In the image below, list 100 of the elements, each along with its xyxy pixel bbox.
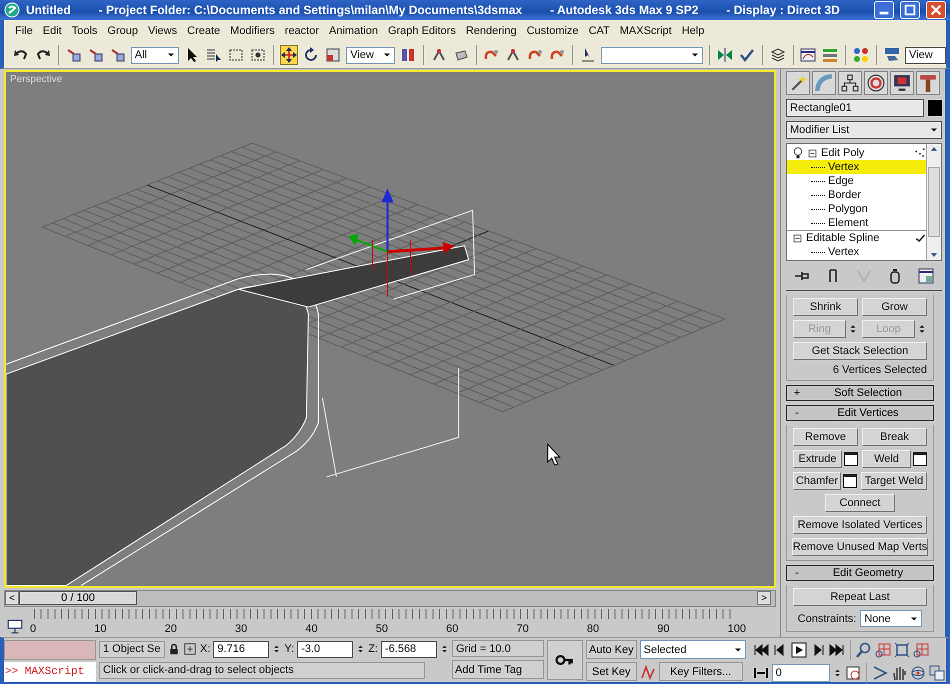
track-bar[interactable]: 0 10 20 30 40 50 60 70 80 90 100 [30, 609, 746, 635]
command-button[interactable]: Grow [862, 298, 927, 316]
command-button[interactable]: Remove Unused Map Verts [792, 538, 928, 556]
command-button[interactable]: Connect [825, 494, 895, 512]
viewport-dropdown[interactable]: View [905, 46, 946, 64]
menu-item[interactable]: CAT [584, 23, 615, 39]
frame-label: 70 [516, 623, 529, 635]
command-button[interactable]: Remove Isolated Vertices [793, 516, 927, 534]
selection-status: 6 Vertices Selected [832, 364, 927, 376]
subobject-dots-icon [914, 147, 926, 159]
selection-count: 1 Object Se [99, 640, 165, 658]
settings-button[interactable] [843, 474, 857, 488]
menu-item[interactable]: Tools [66, 23, 102, 39]
maxscript-listener-field[interactable] [4, 640, 96, 660]
maxscript-prompt[interactable]: >> MAXScript [4, 662, 96, 682]
go-to-start-icon[interactable] [752, 642, 769, 658]
zoom-icon[interactable] [856, 642, 872, 658]
command-button[interactable]: Chamfer [793, 472, 841, 490]
subobject-item[interactable]: Polygon [787, 202, 926, 216]
time-configuration-icon[interactable] [844, 665, 861, 681]
command-button[interactable]: Repeat Last [793, 588, 927, 606]
rollout-header[interactable]: - Edit Geometry [786, 565, 934, 581]
menu-item[interactable]: Help [676, 23, 710, 39]
menu-item[interactable]: File [10, 23, 38, 39]
settings-button[interactable] [913, 452, 927, 466]
menu-item[interactable]: reactor [280, 23, 324, 39]
go-to-end-icon[interactable] [828, 642, 845, 658]
menu-item[interactable]: Rendering [460, 23, 522, 39]
menu-item[interactable]: MAXScript [614, 23, 677, 39]
object-color-swatch[interactable] [928, 100, 942, 116]
command-button[interactable]: Target Weld [861, 472, 927, 490]
maximize-icon[interactable] [902, 3, 917, 17]
menu-item[interactable]: Create [182, 23, 226, 39]
auto-key-button[interactable]: Auto Key [586, 640, 637, 659]
grid-size: Grid = 10.0 [452, 640, 544, 657]
lock-icon[interactable] [168, 643, 180, 655]
menu-item[interactable]: Edit [38, 23, 67, 39]
field-of-view-icon[interactable] [872, 665, 888, 681]
axis-label: Y: [284, 643, 294, 655]
constraints-dropdown[interactable]: None [860, 610, 922, 627]
menu-item[interactable]: Group [102, 23, 143, 39]
absolute-mode-icon[interactable] [183, 642, 197, 656]
subobject-item[interactable]: Vertex [787, 245, 926, 259]
scrollbar[interactable] [926, 144, 941, 260]
collapse-icon[interactable] [792, 232, 803, 244]
coordinate-field[interactable]: -6.568 [380, 640, 437, 658]
subobject-item[interactable]: Vertex [787, 160, 926, 174]
key-mode-dropdown[interactable]: Selected [640, 640, 746, 659]
rollout-header[interactable]: - Edit Vertices [786, 405, 934, 421]
orbit-icon[interactable] [910, 665, 926, 681]
time-slider-thumb[interactable]: 0 / 100 [19, 591, 137, 606]
coordinate-field[interactable]: -3.0 [297, 640, 354, 658]
settings-button[interactable] [844, 452, 858, 466]
time-slider[interactable]: < 0 / 100 > [4, 590, 776, 608]
collapse-icon[interactable] [807, 148, 818, 158]
set-key-button[interactable]: Set Key [586, 662, 637, 681]
tangent-icon[interactable] [640, 664, 656, 680]
zoom-extents-icon[interactable] [894, 642, 910, 658]
coordinate-field[interactable]: 9.716 [213, 640, 270, 658]
command-button[interactable]: Extrude [793, 450, 842, 468]
command-button[interactable]: Shrink [793, 298, 858, 316]
menu-item[interactable]: Customize [522, 23, 584, 39]
key-mode-icon[interactable] [752, 665, 769, 681]
object-name-field[interactable]: Rectangle01 [786, 99, 924, 117]
command-button[interactable]: Get Stack Selection [793, 342, 927, 360]
minimize-button[interactable] [874, 1, 894, 19]
modifier-item[interactable]: Edit Poly [821, 147, 911, 159]
add-time-tag-button[interactable]: Add Time Tag [452, 660, 544, 679]
modifier-item[interactable]: Editable Spline [806, 232, 911, 244]
menu-item[interactable]: Modifiers [225, 23, 280, 39]
command-button[interactable]: Break [862, 428, 927, 446]
current-frame-field[interactable]: 0 [772, 664, 830, 682]
maximize-button[interactable] [900, 1, 920, 19]
close-button[interactable] [926, 1, 946, 19]
rollout-header[interactable]: + Soft Selection [786, 385, 934, 401]
pan-icon[interactable] [890, 665, 907, 681]
command-button[interactable]: Remove [793, 428, 858, 446]
selection-filter-dropdown[interactable]: All [130, 46, 180, 64]
track-bar-icon[interactable] [6, 617, 24, 635]
menu-item[interactable]: Animation [324, 23, 383, 39]
zoom-extents-all-icon[interactable] [912, 642, 929, 658]
subobject-item[interactable]: Edge [787, 174, 926, 188]
next-frame-button[interactable]: > [757, 591, 771, 606]
configure-sets-icon[interactable] [918, 268, 934, 284]
coordinate-system-dropdown[interactable]: View [346, 46, 395, 64]
set-key-toggle[interactable] [546, 640, 583, 680]
subobject-item[interactable]: Element [787, 216, 926, 230]
zoom-all-icon[interactable] [874, 642, 891, 658]
subobject-item[interactable]: Border [787, 188, 926, 202]
menu-item[interactable]: Graph Editors [382, 23, 461, 39]
modifier-list-dropdown[interactable]: Modifier List [786, 121, 942, 139]
play-icon[interactable] [790, 642, 807, 658]
command-button[interactable]: Weld [862, 450, 911, 468]
light-bulb-icon[interactable] [792, 147, 804, 159]
key-filters-button[interactable]: Key Filters... [658, 662, 743, 681]
app-icon [4, 2, 20, 18]
maximize-viewport-icon[interactable] [928, 665, 945, 681]
previous-frame-button[interactable]: < [5, 591, 19, 606]
menu-item[interactable]: Views [142, 23, 182, 39]
close-icon[interactable] [928, 3, 943, 17]
